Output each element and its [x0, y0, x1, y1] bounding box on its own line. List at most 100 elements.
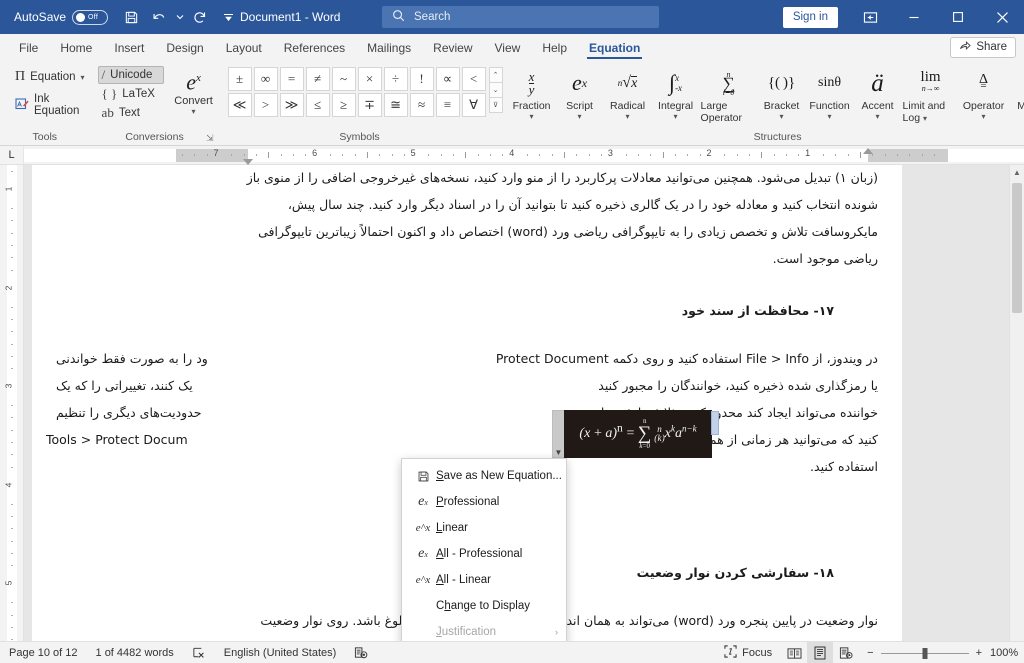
maximize-icon[interactable] — [936, 0, 980, 34]
focus-mode-button[interactable]: Focus — [715, 642, 781, 663]
undo-icon[interactable] — [146, 5, 172, 29]
tab-view[interactable]: View — [484, 38, 532, 60]
symbol-button[interactable]: ≥ — [331, 93, 356, 117]
ribbon-display-options-icon[interactable] — [848, 0, 892, 34]
integral-button[interactable]: ∫ x -x Integral ▾ — [652, 65, 700, 125]
symbol-button[interactable]: ≅ — [383, 93, 408, 117]
zoom-in-button[interactable]: + — [976, 647, 982, 659]
document-page[interactable]: (زبان ۱) تبدیل می‌شود. همچنین می‌توانید … — [32, 165, 904, 641]
scrollbar-thumb[interactable] — [1012, 183, 1022, 313]
autosave-toggle[interactable]: Off — [72, 9, 109, 25]
zoom-level-label[interactable]: 100% — [990, 647, 1024, 659]
limit-and-log-button[interactable]: lim n→∞ Limit and Log ▾ — [902, 65, 960, 125]
symbol-button[interactable]: ≫ — [279, 93, 304, 117]
context-menu-item-all-linear[interactable]: e^x All - Linear — [402, 567, 566, 593]
symbol-button[interactable]: ∀ — [461, 93, 486, 117]
vertical-scrollbar[interactable]: ▲ — [1009, 165, 1024, 641]
chevron-down-icon[interactable]: ▾ — [530, 112, 534, 121]
tab-layout[interactable]: Layout — [215, 38, 273, 60]
context-menu-item-linear[interactable]: e^x Linear — [402, 515, 566, 541]
operator-button[interactable]: Δ = Operator ▾ — [960, 65, 1008, 125]
ruler-right-margin[interactable] — [176, 149, 248, 162]
chevron-down-icon[interactable]: ▾ — [828, 112, 832, 121]
customize-quick-access-toolbar-icon[interactable] — [215, 5, 241, 29]
symbol-button[interactable]: ≠ — [305, 67, 330, 91]
read-mode-icon[interactable] — [781, 642, 807, 663]
ruler-left-margin[interactable] — [868, 149, 948, 162]
search-box[interactable]: Search — [382, 6, 659, 28]
symbol-button[interactable]: > — [253, 93, 278, 117]
convert-button[interactable]: ex Convert ▾ — [168, 64, 220, 116]
language-indicator[interactable]: English (United States) — [215, 642, 346, 663]
tab-review[interactable]: Review — [422, 38, 483, 60]
chevron-down-icon[interactable]: ▾ — [876, 112, 880, 121]
scroll-up-icon[interactable]: ▲ — [1010, 165, 1024, 180]
print-layout-icon[interactable] — [807, 642, 834, 663]
accent-button[interactable]: ä Accent ▾ — [854, 65, 902, 125]
conversions-dialog-launcher[interactable]: ⇲ — [206, 132, 214, 145]
symbol-button[interactable]: ∞ — [253, 67, 278, 91]
ink-equation-button[interactable]: Ink Equation — [10, 91, 90, 119]
chevron-down-icon[interactable]: ▾ — [780, 112, 784, 121]
symbol-button[interactable]: × — [357, 67, 382, 91]
sign-in-button[interactable]: Sign in — [782, 6, 838, 28]
context-menu-item-save-as-new-equation[interactable]: Save as New Equation... — [402, 463, 566, 489]
share-button[interactable]: Share — [950, 37, 1016, 58]
symbol-button[interactable]: ± — [227, 67, 252, 91]
vertical-ruler[interactable]: 1 2 3 4 5 — [0, 165, 24, 641]
close-icon[interactable] — [980, 0, 1024, 34]
chevron-down-icon[interactable]: ▾ — [674, 112, 678, 121]
script-button[interactable]: ex Script ▾ — [556, 65, 604, 125]
function-button[interactable]: sinθ Function ▾ — [806, 65, 854, 125]
symbol-button[interactable]: ≡ — [435, 93, 460, 117]
tab-home[interactable]: Home — [49, 38, 103, 60]
conversion-latex-button[interactable]: { } LaTeX — [98, 85, 164, 103]
symbol-button[interactable]: ≪ — [227, 93, 252, 117]
document-canvas[interactable]: (زبان ۱) تبدیل می‌شود. همچنین می‌توانید … — [24, 165, 1024, 641]
chevron-down-icon[interactable]: ▾ — [626, 112, 630, 121]
symbol-button[interactable]: ∝ — [435, 67, 460, 91]
fraction-button[interactable]: xy Fraction ▾ — [508, 65, 556, 125]
symbol-button[interactable]: < — [461, 67, 486, 91]
word-count[interactable]: 1 of 4482 words — [87, 642, 183, 663]
autosave-control[interactable]: AutoSave Off — [14, 9, 109, 25]
symbols-gallery[interactable]: ± ∞ = ≠ ~ × ÷ ! ∝ < ≪ > ≫ ≤ ≥ ∓ ≅ ≈ ≡ ∀ — [227, 67, 486, 117]
tab-references[interactable]: References — [273, 38, 356, 60]
context-menu-item-change-to-display[interactable]: Change to Display — [402, 593, 566, 619]
tab-equation[interactable]: Equation — [578, 38, 651, 60]
chevron-down-icon[interactable]: ▾ — [578, 112, 582, 121]
tab-help[interactable]: Help — [531, 38, 578, 60]
page-indicator[interactable]: Page 10 of 12 — [0, 642, 87, 663]
undo-dropdown-icon[interactable] — [174, 5, 185, 29]
tab-insert[interactable]: Insert — [103, 38, 155, 60]
symbol-button[interactable]: ÷ — [383, 67, 408, 91]
chevron-down-icon[interactable]: ▾ — [982, 112, 986, 121]
tab-mailings[interactable]: Mailings — [356, 38, 422, 60]
horizontal-ruler[interactable]: L 7 6 5 4 3 2 1 — [0, 146, 1024, 165]
radical-button[interactable]: n √ x Radical ▾ — [604, 65, 652, 125]
tab-design[interactable]: Design — [155, 38, 214, 60]
ruler-track[interactable]: 7 6 5 4 3 2 1 — [24, 146, 1024, 165]
zoom-out-button[interactable]: − — [867, 647, 873, 659]
redo-icon[interactable] — [187, 5, 213, 29]
web-layout-icon[interactable] — [833, 642, 859, 663]
context-menu-item-all-professional[interactable]: ex All - Professional — [402, 541, 566, 567]
chevron-down-icon[interactable]: ▾ — [192, 107, 196, 116]
chevron-down-icon[interactable]: ▾ — [923, 114, 927, 123]
minimize-icon[interactable] — [892, 0, 936, 34]
context-menu-item-justification[interactable]: Justification › — [402, 619, 566, 641]
save-icon[interactable] — [118, 5, 144, 29]
large-operator-button[interactable]: n ∑ i=0 Large Operator — [700, 65, 758, 125]
symbol-button[interactable]: = — [279, 67, 304, 91]
accessibility-checker-icon[interactable] — [345, 642, 377, 663]
equation-context-menu[interactable]: Save as New Equation... ex Professional … — [401, 458, 567, 641]
context-menu-item-professional[interactable]: ex Professional — [402, 489, 566, 515]
equation-field[interactable]: (x + a)n = n ∑ k=0 (n k)xkan−k — [564, 410, 712, 458]
tab-stop-selector[interactable]: L — [0, 146, 24, 164]
zoom-slider[interactable] — [880, 647, 969, 659]
symbol-button[interactable]: ∓ — [357, 93, 382, 117]
symbol-button[interactable]: ~ — [331, 67, 356, 91]
symbol-button[interactable]: ≤ — [305, 93, 330, 117]
bracket-button[interactable]: {( )} Bracket ▾ — [758, 65, 806, 125]
chevron-down-icon[interactable]: ▾ — [81, 73, 85, 82]
